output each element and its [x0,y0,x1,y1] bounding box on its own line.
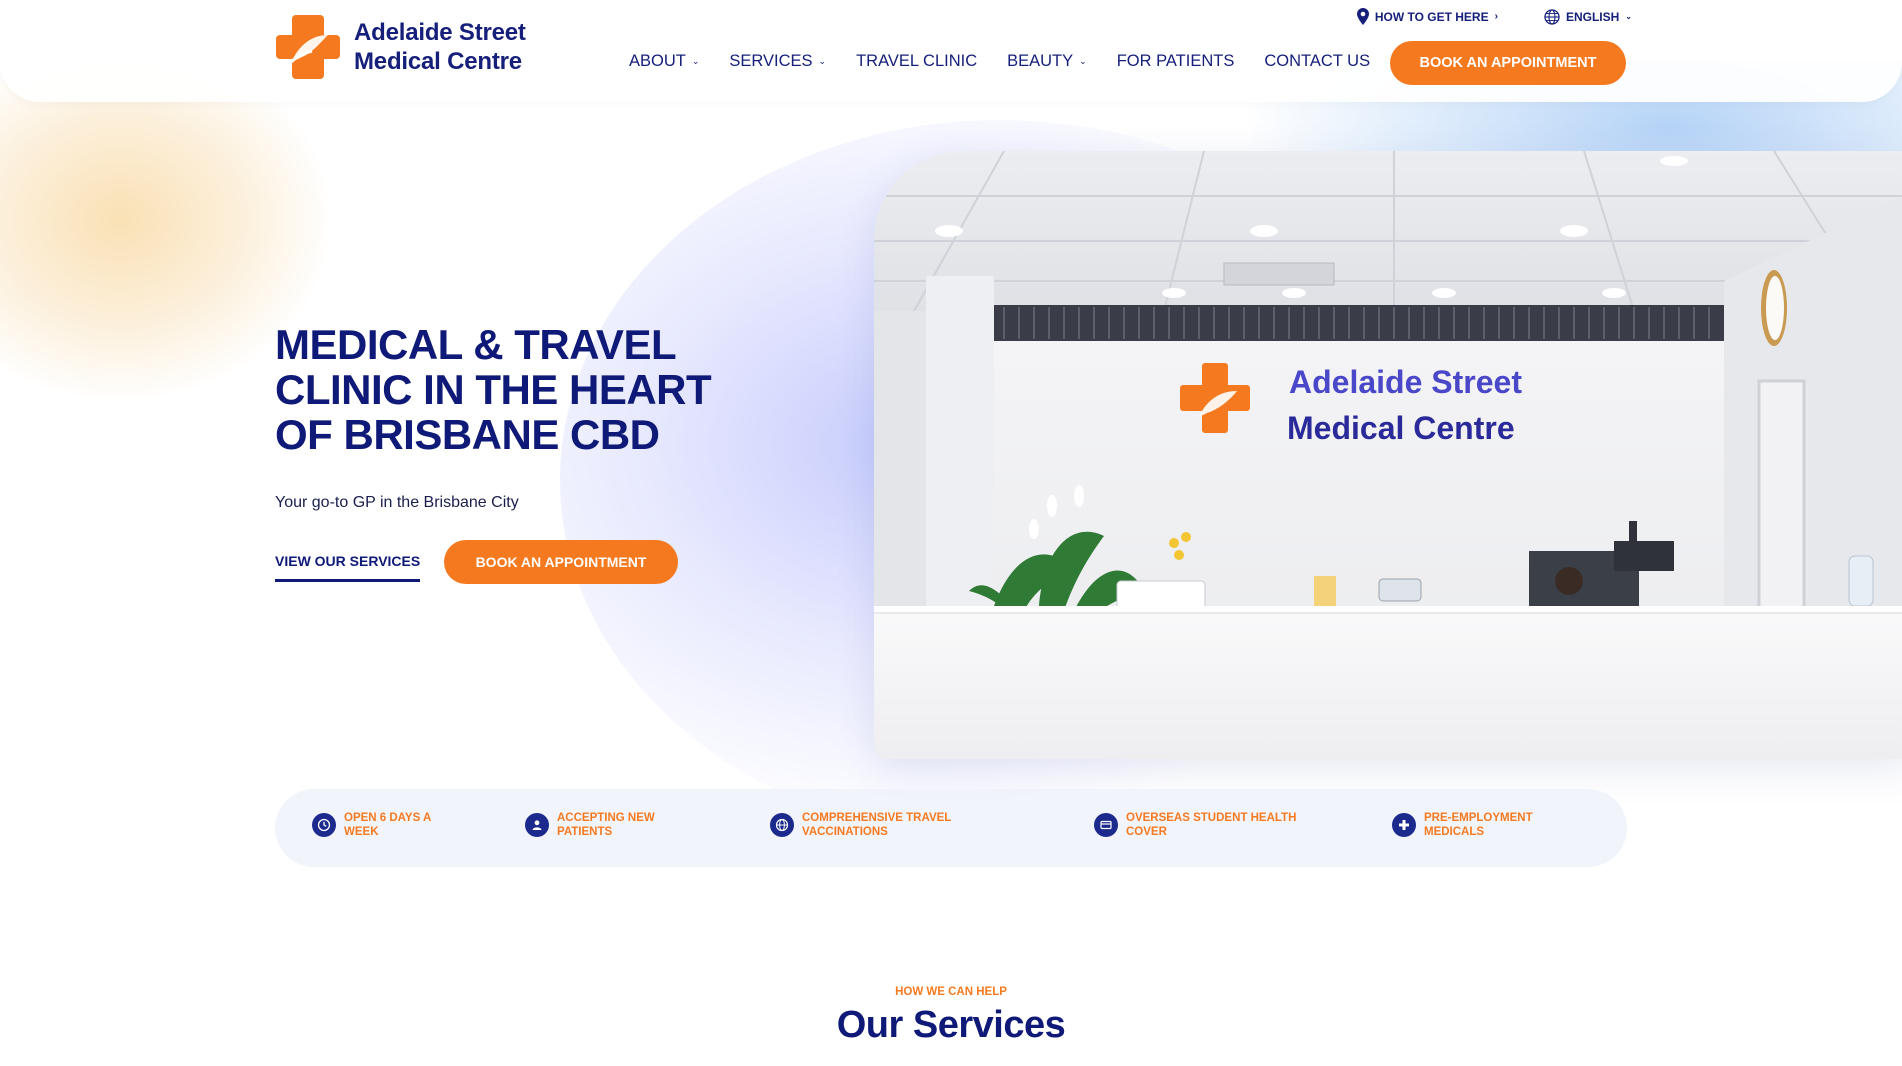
feature-label: COMPREHENSIVE TRAVEL VACCINATIONS [802,812,952,838]
nav-item-about[interactable]: ABOUT ⌄ [629,52,699,71]
hero-title: MEDICAL & TRAVEL CLINIC IN THE HEART OF … [275,322,795,457]
chevron-down-icon: ⌄ [691,56,700,66]
hero-subtitle: Your go-to GP in the Brisbane City [275,494,519,511]
main-navigation: ABOUT ⌄ SERVICES ⌄ TRAVEL CLINIC BEAUTY … [629,52,1400,71]
nav-item-contact-us[interactable]: CONTACT US [1264,52,1370,71]
globe-icon [770,813,794,837]
nav-item-label: SERVICES [729,52,813,70]
services-section-title: Our Services [836,1004,1066,1046]
card-icon [1094,813,1118,837]
view-our-services-link[interactable]: VIEW OUR SERVICES [275,553,421,582]
reception-photo: Adelaide Street Medical Centre [874,151,1902,759]
feature-label: ACCEPTING NEW PATIENTS [557,812,655,838]
clock-icon [312,813,336,837]
nav-item-label: BEAUTY [1007,52,1074,70]
globe-icon [1544,8,1560,25]
logo-line-1: Adelaide Street [354,19,526,46]
medical-cross-logo-icon [276,15,340,79]
features-strip: OPEN 6 DAYS A WEEK ACCEPTING NEW PATIENT… [275,789,1627,867]
feature-overseas-student-health: OVERSEAS STUDENT HEALTH COVER [1094,811,1311,839]
feature-label: OVERSEAS STUDENT HEALTH COVER [1126,812,1297,838]
header-book-appointment-button[interactable]: BOOK AN APPOINTMENT [1390,41,1626,85]
patient-icon [525,813,549,837]
nav-item-beauty[interactable]: BEAUTY ⌄ [1007,52,1087,71]
reception-illustration: Adelaide Street Medical Centre [874,151,1902,759]
hero-title-line-1: MEDICAL & TRAVEL [275,321,677,368]
chevron-right-icon: › [1494,11,1498,22]
logo-link[interactable]: Adelaide Street Medical Centre [274,13,526,81]
nav-item-label: CONTACT US [1264,52,1371,70]
services-eyebrow: HOW WE CAN HELP [895,986,1007,998]
language-label: ENGLISH [1565,9,1620,24]
chevron-down-icon: ⌄ [1625,12,1632,21]
feature-travel-vaccinations: COMPREHENSIVE TRAVEL VACCINATIONS [770,811,967,839]
chevron-down-icon: ⌄ [1079,56,1087,66]
map-pin-icon [1356,8,1369,25]
nav-item-label: FOR PATIENTS [1116,52,1235,70]
sign-line-2: Medical Centre [1287,410,1515,446]
nav-item-label: TRAVEL CLINIC [856,52,978,70]
hero-title-line-3: OF BRISBANE CBD [275,411,660,458]
medical-icon [1392,813,1416,837]
feature-pre-employment-medicals: PRE-EMPLOYMENT MEDICALS [1392,811,1554,839]
site-header: Adelaide Street Medical Centre HOW TO GE… [0,0,1902,102]
language-selector[interactable]: ENGLISH ⌄ [1544,8,1632,25]
how-to-get-here-label: HOW TO GET HERE [1374,9,1489,24]
hero-book-appointment-button[interactable]: BOOK AN APPOINTMENT [444,540,678,584]
feature-label: PRE-EMPLOYMENT MEDICALS [1424,812,1533,838]
how-to-get-here-link[interactable]: HOW TO GET HERE › [1356,8,1498,25]
logo-wordmark: Adelaide Street Medical Centre [354,18,526,76]
nav-item-for-patients[interactable]: FOR PATIENTS [1117,52,1235,71]
feature-open-6-days: OPEN 6 DAYS A WEEK [312,811,444,839]
nav-item-services[interactable]: SERVICES ⌄ [729,52,826,71]
chevron-down-icon: ⌄ [818,56,827,66]
feature-label: OPEN 6 DAYS A WEEK [344,812,431,838]
logo-line-2: Medical Centre [354,48,522,75]
sign-line-1: Adelaide Street [1289,364,1522,400]
top-utility-bar: HOW TO GET HERE › ENGLISH ⌄ [1356,8,1632,25]
feature-accepting-new-patients: ACCEPTING NEW PATIENTS [525,811,667,839]
nav-item-label: ABOUT [629,52,686,70]
nav-item-travel-clinic[interactable]: TRAVEL CLINIC [856,52,977,71]
hero-title-line-2: CLINIC IN THE HEART [275,366,712,413]
